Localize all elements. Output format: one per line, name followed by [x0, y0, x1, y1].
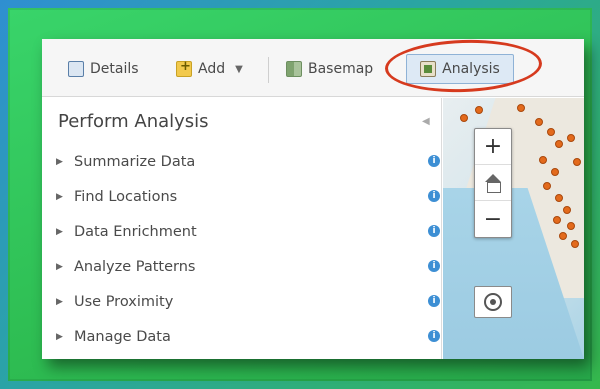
- list-item-analyze-patterns[interactable]: ▶ Analyze Patterns i: [56, 255, 440, 279]
- collapse-panel-icon[interactable]: ◀: [422, 116, 430, 127]
- info-icon[interactable]: i: [428, 190, 440, 202]
- basemap-button[interactable]: Basemap: [280, 54, 379, 84]
- map-view[interactable]: + −: [443, 98, 584, 359]
- item-label: Analyze Patterns: [74, 259, 196, 275]
- map-marker[interactable]: [559, 232, 567, 240]
- map-marker[interactable]: [571, 240, 579, 248]
- basemap-label: Basemap: [308, 61, 374, 77]
- map-marker[interactable]: [543, 182, 551, 190]
- chevron-down-icon: ▼: [235, 63, 243, 75]
- item-label: Summarize Data: [74, 154, 196, 170]
- add-label: Add: [198, 61, 226, 77]
- toolbar-divider: [268, 57, 269, 83]
- chevron-right-icon: ▶: [56, 297, 63, 307]
- basemap-icon: [286, 61, 302, 77]
- add-icon: [176, 59, 192, 77]
- perform-analysis-panel: Perform Analysis ◀ ▶ Summarize Data i ▶ …: [42, 98, 442, 359]
- list-item-summarize-data[interactable]: ▶ Summarize Data i: [56, 150, 440, 174]
- info-icon[interactable]: i: [428, 155, 440, 167]
- item-label: Manage Data: [74, 329, 171, 345]
- list-item-find-locations[interactable]: ▶ Find Locations i: [56, 185, 440, 209]
- info-icon[interactable]: i: [428, 330, 440, 342]
- map-marker[interactable]: [563, 206, 571, 214]
- map-marker[interactable]: [475, 106, 483, 114]
- list-item-use-proximity[interactable]: ▶ Use Proximity i: [56, 290, 440, 314]
- app-window: Details Add ▼ Basemap Analysis Perform A…: [42, 39, 584, 359]
- map-marker[interactable]: [539, 156, 547, 164]
- add-button[interactable]: Add ▼: [170, 54, 249, 84]
- chevron-right-icon: ▶: [56, 227, 63, 237]
- info-icon[interactable]: i: [428, 260, 440, 272]
- panel-title: Perform Analysis: [58, 111, 209, 132]
- item-label: Find Locations: [74, 189, 178, 205]
- zoom-control: + −: [474, 128, 512, 238]
- info-icon[interactable]: i: [428, 295, 440, 307]
- map-marker[interactable]: [555, 140, 563, 148]
- map-marker[interactable]: [547, 128, 555, 136]
- toolbar: Details Add ▼ Basemap Analysis: [42, 39, 584, 97]
- list-item-data-enrichment[interactable]: ▶ Data Enrichment i: [56, 220, 440, 244]
- home-icon: [484, 173, 502, 193]
- highlight-ring-annotation: [384, 39, 543, 95]
- chevron-right-icon: ▶: [56, 262, 63, 272]
- map-marker[interactable]: [567, 134, 575, 142]
- map-marker[interactable]: [567, 222, 575, 230]
- item-label: Use Proximity: [74, 294, 174, 310]
- map-marker[interactable]: [551, 168, 559, 176]
- map-marker[interactable]: [517, 104, 525, 112]
- screenshot-frame: Details Add ▼ Basemap Analysis Perform A…: [8, 8, 592, 381]
- item-label: Data Enrichment: [74, 224, 197, 240]
- locate-icon: [484, 293, 502, 311]
- details-icon: [68, 61, 84, 77]
- chevron-right-icon: ▶: [56, 192, 63, 202]
- map-marker[interactable]: [553, 216, 561, 224]
- map-marker[interactable]: [573, 158, 581, 166]
- zoom-in-button[interactable]: +: [475, 129, 511, 165]
- map-marker[interactable]: [460, 114, 468, 122]
- details-button[interactable]: Details: [62, 54, 145, 84]
- map-marker[interactable]: [535, 118, 543, 126]
- map-marker[interactable]: [555, 194, 563, 202]
- details-label: Details: [90, 61, 139, 77]
- zoom-out-button[interactable]: −: [475, 201, 511, 237]
- chevron-right-icon: ▶: [56, 157, 63, 167]
- chevron-right-icon: ▶: [56, 332, 63, 342]
- list-item-manage-data[interactable]: ▶ Manage Data i: [56, 325, 440, 349]
- info-icon[interactable]: i: [428, 225, 440, 237]
- locate-button[interactable]: [474, 286, 512, 318]
- home-button[interactable]: [475, 165, 511, 201]
